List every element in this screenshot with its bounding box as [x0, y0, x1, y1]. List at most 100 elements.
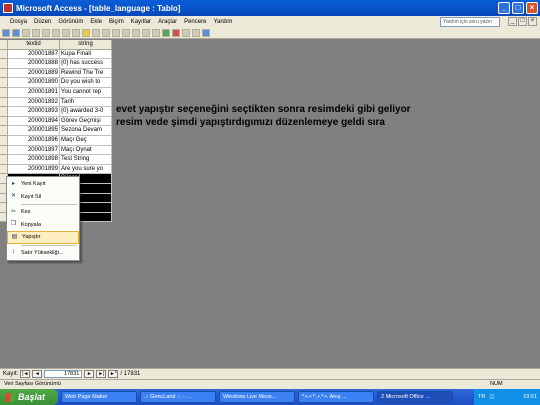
- cell-string[interactable]: {0} awarded 3-0: [60, 107, 112, 117]
- taskbar-item-web-page-maker[interactable]: Web Page Maker: [61, 391, 137, 403]
- cell-string[interactable]: Sezona Devam: [60, 126, 112, 136]
- cell-textid[interactable]: 200001887: [8, 49, 60, 60]
- cell-string[interactable]: You cannot rep: [60, 87, 112, 98]
- context-cut[interactable]: ✂ Kes: [7, 206, 79, 219]
- spelling-icon[interactable]: [52, 29, 60, 37]
- context-copy[interactable]: ❐ Kopyala: [7, 219, 79, 232]
- cell-string[interactable]: Maçı Oynat: [60, 145, 112, 156]
- cell-textid[interactable]: 200001888: [8, 59, 60, 69]
- row-selector[interactable]: [0, 164, 8, 175]
- new-record-icon[interactable]: [162, 29, 170, 37]
- close-button[interactable]: ×: [526, 2, 538, 14]
- table-row[interactable]: 200001894 Görev Geçmişi: [0, 116, 112, 127]
- filter-by-selection-icon[interactable]: [122, 29, 130, 37]
- maximize-button[interactable]: □: [512, 2, 524, 14]
- next-record-button[interactable]: ►: [84, 370, 95, 378]
- network-icon[interactable]: ◫: [489, 394, 494, 400]
- menu-yardim[interactable]: Yardım: [213, 19, 232, 25]
- select-all-cell[interactable]: [0, 40, 8, 50]
- doc-close-button[interactable]: ×: [528, 17, 537, 26]
- menu-ekle[interactable]: Ekle: [90, 19, 102, 25]
- row-selector[interactable]: [0, 155, 8, 165]
- row-selector[interactable]: [0, 116, 8, 127]
- new-object-icon[interactable]: [192, 29, 200, 37]
- cell-string[interactable]: Are you sure yo: [60, 164, 112, 175]
- context-paste[interactable]: ▤ Yapıştır: [7, 231, 79, 244]
- new-record-nav-button[interactable]: ►*: [108, 370, 119, 378]
- help-icon[interactable]: [202, 29, 210, 37]
- cell-textid[interactable]: 200001892: [8, 97, 60, 108]
- taskbar-item-chat[interactable]: *:•.•:*:.•.*:•. Anış ...: [298, 391, 374, 403]
- row-selector[interactable]: [0, 145, 8, 156]
- cell-string[interactable]: Maçı Geç: [60, 135, 112, 146]
- context-new-record[interactable]: ▸ Yeni Kayıt: [7, 178, 79, 191]
- help-search-input[interactable]: Yardım için soru yazın: [440, 17, 500, 27]
- menu-araclar[interactable]: Araçlar: [158, 19, 177, 25]
- row-selector[interactable]: [0, 135, 8, 146]
- cell-textid[interactable]: 200001890: [8, 78, 60, 88]
- cell-string[interactable]: Test String: [60, 155, 112, 165]
- row-selector[interactable]: [0, 59, 8, 69]
- delete-record-icon[interactable]: [172, 29, 180, 37]
- taskbar-item-live-messenger[interactable]: Windows Live Mess...: [219, 391, 295, 403]
- doc-minimize-button[interactable]: _: [508, 17, 517, 26]
- taskbar-item-gencland[interactable]: .:: GencLand ::. - ...: [140, 391, 216, 403]
- cell-string[interactable]: Do you wish to: [60, 78, 112, 88]
- paste-icon[interactable]: [82, 29, 90, 37]
- table-row[interactable]: 200001897 Maçı Oynat: [0, 145, 112, 156]
- print-preview-icon[interactable]: [42, 29, 50, 37]
- row-selector[interactable]: [0, 78, 8, 88]
- table-row[interactable]: 200001891 You cannot rep: [0, 87, 112, 98]
- row-selector[interactable]: [0, 68, 8, 79]
- context-delete-record[interactable]: ✕ Kayıt Sil: [7, 191, 79, 204]
- menu-duzen[interactable]: Düzen: [34, 19, 51, 25]
- table-row[interactable]: 200001887 Kupa Finali: [0, 49, 112, 60]
- menu-pencere[interactable]: Pencere: [184, 19, 206, 25]
- cell-textid[interactable]: 200001894: [8, 116, 60, 127]
- menu-dosya[interactable]: Dosya: [10, 19, 27, 25]
- cell-textid[interactable]: 200001898: [8, 155, 60, 165]
- view-icon[interactable]: [2, 29, 10, 37]
- apply-filter-icon[interactable]: [142, 29, 150, 37]
- copy-icon[interactable]: [72, 29, 80, 37]
- table-row[interactable]: 200001898 Test String: [0, 155, 112, 165]
- minimize-button[interactable]: _: [498, 2, 510, 14]
- table-row[interactable]: 200001888 {0} has success: [0, 59, 112, 69]
- first-record-button[interactable]: |◄: [20, 370, 31, 378]
- cell-textid[interactable]: 200001893: [8, 107, 60, 117]
- cut-icon[interactable]: [62, 29, 70, 37]
- cell-textid[interactable]: 200001897: [8, 145, 60, 156]
- table-row[interactable]: 200001899 Are you sure yo: [0, 164, 112, 175]
- cell-string[interactable]: Kupa Finali: [60, 49, 112, 60]
- row-selector[interactable]: [0, 49, 8, 60]
- cell-string[interactable]: Rewind The Tre: [60, 68, 112, 79]
- cell-textid[interactable]: 200001896: [8, 135, 60, 146]
- cell-textid[interactable]: 200001899: [8, 164, 60, 175]
- sort-descending-icon[interactable]: [112, 29, 120, 37]
- table-row[interactable]: 200001896 Maçı Geç: [0, 135, 112, 146]
- cell-textid[interactable]: 200001891: [8, 87, 60, 98]
- last-record-button[interactable]: ►|: [96, 370, 107, 378]
- print-icon[interactable]: [32, 29, 40, 37]
- table-row[interactable]: 200001892 Tarih: [0, 97, 112, 108]
- table-row[interactable]: 200001890 Do you wish to: [0, 78, 112, 88]
- row-selector[interactable]: [0, 126, 8, 136]
- cell-textid[interactable]: 200001889: [8, 68, 60, 79]
- menu-bicim[interactable]: Biçim: [109, 19, 124, 25]
- taskbar-item-office[interactable]: 2 Microsoft Office ...: [377, 391, 453, 403]
- find-icon[interactable]: [152, 29, 160, 37]
- column-header-string[interactable]: string: [60, 40, 112, 50]
- previous-record-button[interactable]: ◄: [32, 370, 43, 378]
- language-indicator[interactable]: TR: [478, 394, 485, 400]
- cell-textid[interactable]: 200001895: [8, 126, 60, 136]
- start-button[interactable]: Başlat: [0, 389, 58, 405]
- table-row[interactable]: 200001889 Rewind The Tre: [0, 68, 112, 79]
- cell-string[interactable]: Tarih: [60, 97, 112, 108]
- column-header-textid[interactable]: textid: [8, 40, 60, 50]
- undo-icon[interactable]: [92, 29, 100, 37]
- row-selector[interactable]: [0, 107, 8, 117]
- doc-restore-button[interactable]: □: [518, 17, 527, 26]
- context-row-height[interactable]: ↕ Satır Yüksekliği...: [7, 247, 79, 260]
- search-icon[interactable]: [22, 29, 30, 37]
- sort-ascending-icon[interactable]: [102, 29, 110, 37]
